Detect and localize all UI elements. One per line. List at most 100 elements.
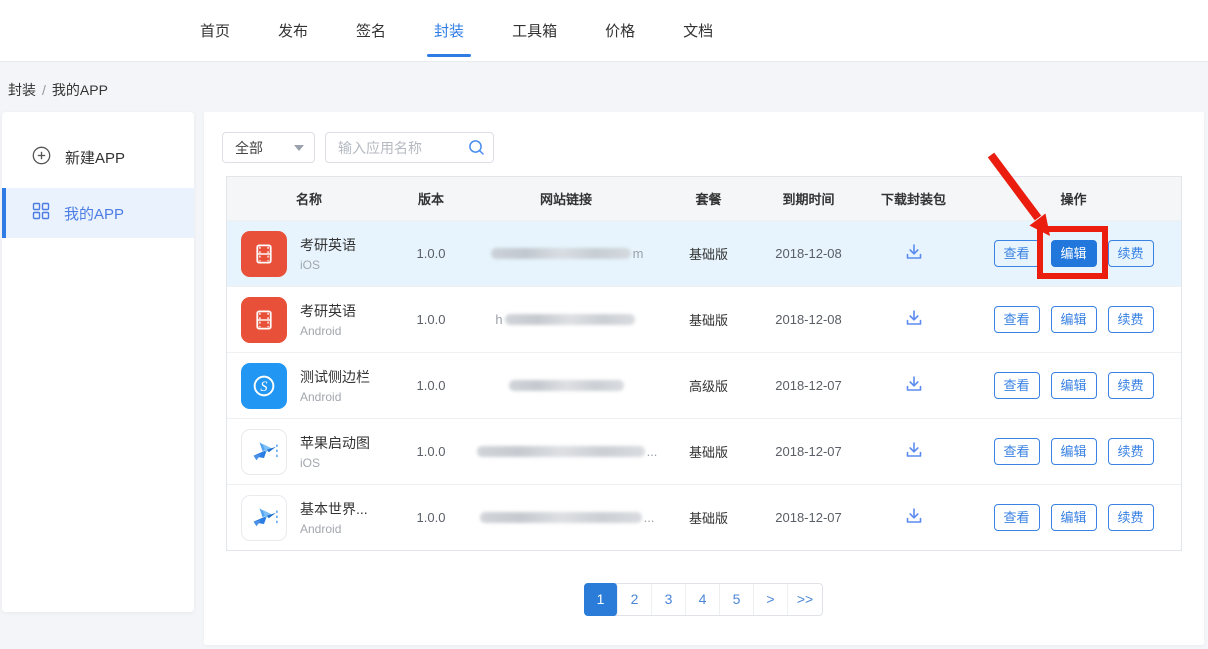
magnifier-icon[interactable] [468, 139, 485, 161]
app-version: 1.0.0 [391, 444, 471, 459]
sidebar-item-my-apps[interactable]: 我的APP [2, 188, 194, 238]
film-icon [241, 231, 287, 277]
view-button[interactable]: 查看 [994, 306, 1040, 333]
plus-circle-icon [32, 146, 51, 169]
edit-button[interactable]: 编辑 [1051, 306, 1097, 333]
download-icon[interactable] [904, 308, 924, 331]
download-icon[interactable] [904, 440, 924, 463]
nav-item-home[interactable]: 首页 [200, 20, 230, 41]
website-link: h [471, 312, 661, 327]
next-page-button[interactable]: > [754, 584, 788, 615]
renew-button[interactable]: 续费 [1108, 240, 1154, 267]
app-platform: iOS [300, 258, 356, 272]
website-link: m [471, 246, 661, 261]
breadcrumb-section[interactable]: 封装 [8, 82, 36, 98]
nav-item-publish[interactable]: 发布 [278, 20, 308, 41]
table-row: 基本世界... Android 1.0.0 ... 基础版 2018-12-07… [227, 484, 1181, 550]
main-content-panel: 全部 名称 版本 网站链接 套餐 到期时间 下载封装包 操作 考研英语 [204, 112, 1204, 645]
download-icon[interactable] [904, 374, 924, 397]
app-platform: iOS [300, 456, 370, 470]
website-link [471, 380, 661, 391]
website-link: ... [471, 444, 661, 459]
expiry-date: 2018-12-07 [756, 378, 861, 393]
col-header-operations: 操作 [966, 189, 1181, 208]
expiry-date: 2018-12-08 [756, 312, 861, 327]
link-fragment: m [633, 246, 644, 261]
plan-badge: 基础版 [661, 508, 756, 527]
download-icon[interactable] [904, 242, 924, 265]
blurred-link-bar [509, 380, 624, 391]
last-page-button[interactable]: >> [788, 584, 822, 615]
link-fragment: h [495, 312, 502, 327]
app-name: 考研英语 [300, 301, 356, 321]
origami-bird-icon [241, 429, 287, 475]
download-icon[interactable] [904, 506, 924, 529]
page-button-4[interactable]: 4 [686, 584, 720, 615]
view-button[interactable]: 查看 [994, 240, 1040, 267]
view-button[interactable]: 查看 [994, 504, 1040, 531]
app-version: 1.0.0 [391, 510, 471, 525]
table-row: 考研英语 iOS 1.0.0 m 基础版 2018-12-08 查看 编辑 续费 [227, 220, 1181, 286]
edit-button[interactable]: 编辑 [1051, 372, 1097, 399]
edit-button[interactable]: 编辑 [1051, 240, 1097, 267]
s-compass-icon: S [241, 363, 287, 409]
view-button[interactable]: 查看 [994, 372, 1040, 399]
nav-item-sign[interactable]: 签名 [356, 20, 386, 41]
blurred-link-bar [480, 512, 642, 523]
edit-button[interactable]: 编辑 [1051, 504, 1097, 531]
sidebar-item-label: 我的APP [64, 203, 124, 224]
grid-icon [32, 202, 50, 224]
expiry-date: 2018-12-08 [756, 246, 861, 261]
pagination: 1 2 3 4 5 > >> [584, 583, 823, 616]
renew-button[interactable]: 续费 [1108, 438, 1154, 465]
breadcrumb-separator: / [42, 82, 46, 98]
app-platform: Android [300, 390, 370, 404]
app-name: 苹果启动图 [300, 433, 370, 453]
plan-badge: 基础版 [661, 310, 756, 329]
nav-item-toolbox[interactable]: 工具箱 [512, 20, 557, 41]
page-button-1[interactable]: 1 [584, 583, 618, 616]
col-header-download: 下载封装包 [861, 189, 966, 208]
svg-text:S: S [260, 378, 267, 394]
col-header-link: 网站链接 [471, 189, 661, 208]
blurred-link-bar [477, 446, 645, 457]
category-select-value: 全部 [235, 138, 263, 158]
plan-badge: 基础版 [661, 442, 756, 461]
origami-bird-icon [241, 495, 287, 541]
app-version: 1.0.0 [391, 378, 471, 393]
link-fragment: ... [644, 510, 655, 525]
app-name: 考研英语 [300, 235, 356, 255]
sidebar-item-new-app[interactable]: 新建APP [2, 132, 194, 182]
renew-button[interactable]: 续费 [1108, 372, 1154, 399]
renew-button[interactable]: 续费 [1108, 306, 1154, 333]
table-row: S 测试侧边栏 Android 1.0.0 高级版 2018-12-07 查看 … [227, 352, 1181, 418]
page-button-5[interactable]: 5 [720, 584, 754, 615]
expiry-date: 2018-12-07 [756, 510, 861, 525]
renew-button[interactable]: 续费 [1108, 504, 1154, 531]
category-select[interactable]: 全部 [222, 132, 315, 163]
col-header-version: 版本 [391, 189, 471, 208]
nav-item-package[interactable]: 封装 [434, 20, 464, 41]
table-header-row: 名称 版本 网站链接 套餐 到期时间 下载封装包 操作 [227, 177, 1181, 220]
plan-badge: 高级版 [661, 376, 756, 395]
nav-item-price[interactable]: 价格 [605, 20, 635, 41]
view-button[interactable]: 查看 [994, 438, 1040, 465]
expiry-date: 2018-12-07 [756, 444, 861, 459]
film-icon [241, 297, 287, 343]
top-navigation-bar: 首页 发布 签名 封装 工具箱 价格 文档 [0, 0, 1208, 62]
app-version: 1.0.0 [391, 312, 471, 327]
chevron-down-icon [294, 145, 304, 151]
col-header-plan: 套餐 [661, 189, 756, 208]
link-fragment: ... [647, 444, 658, 459]
app-name: 测试侧边栏 [300, 367, 370, 387]
app-version: 1.0.0 [391, 246, 471, 261]
table-row: 苹果启动图 iOS 1.0.0 ... 基础版 2018-12-07 查看 编辑… [227, 418, 1181, 484]
edit-button[interactable]: 编辑 [1051, 438, 1097, 465]
page-button-3[interactable]: 3 [652, 584, 686, 615]
col-header-name: 名称 [227, 189, 391, 208]
nav-item-docs[interactable]: 文档 [683, 20, 713, 41]
page-button-2[interactable]: 2 [618, 584, 652, 615]
plan-badge: 基础版 [661, 244, 756, 263]
app-platform: Android [300, 522, 368, 536]
breadcrumb: 封装/我的APP [8, 80, 108, 100]
